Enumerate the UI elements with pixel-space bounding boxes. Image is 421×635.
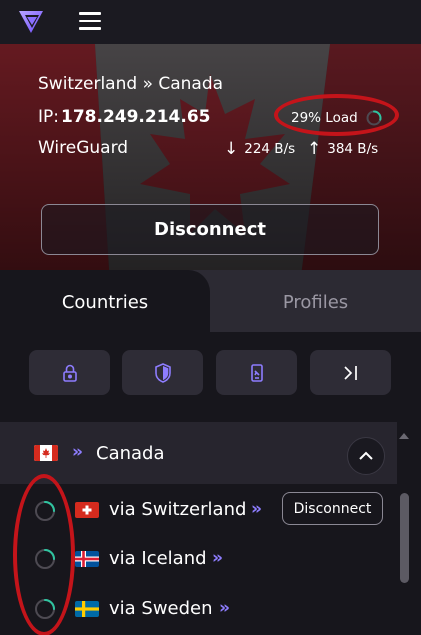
phone-tor-icon (250, 363, 263, 382)
hamburger-menu-icon[interactable] (79, 12, 101, 32)
connection-route: Switzerland » Canada (38, 74, 224, 94)
server-label: via Iceland (109, 548, 207, 569)
sweden-flag-icon (75, 601, 99, 617)
ip-label: IP: (38, 107, 59, 127)
server-label: via Switzerland (109, 499, 247, 520)
server-list: ›› Canada via Switzerland ›› Disconnect (0, 422, 421, 635)
exit-filter-button[interactable] (310, 350, 391, 395)
exit-arrow-icon (343, 365, 357, 380)
top-bar (0, 0, 421, 44)
vpn-protocol: WireGuard (38, 138, 129, 158)
vpn-logo-icon[interactable] (17, 9, 45, 35)
double-chevron-icon: ›› (251, 499, 262, 519)
country-row-canada[interactable]: ›› Canada (0, 422, 397, 484)
scroll-up-arrow-icon[interactable] (399, 433, 409, 439)
secure-core-lock-icon (62, 364, 77, 382)
server-load-text: 29% Load (291, 110, 358, 126)
loading-spinner-icon (35, 501, 55, 521)
double-chevron-icon: ›› (212, 548, 223, 568)
collapse-button[interactable] (347, 437, 385, 475)
connection-status-panel: Switzerland » Canada IP: 178.249.214.65 … (0, 44, 421, 284)
arrow-down-icon: ↓ (224, 139, 239, 159)
tab-countries[interactable]: Countries (0, 270, 210, 334)
upload-speed: ↑ 384 B/s (307, 139, 378, 159)
server-load: 29% Load (291, 106, 382, 130)
switzerland-flag-icon (75, 502, 99, 518)
load-ring-icon (366, 110, 382, 126)
tab-profiles[interactable]: Profiles (210, 270, 421, 334)
double-chevron-icon: ›› (219, 598, 230, 618)
shield-icon (154, 362, 171, 383)
server-disconnect-button[interactable]: Disconnect (282, 492, 383, 525)
scrollbar-thumb[interactable] (400, 493, 409, 583)
loading-spinner-icon (35, 549, 55, 569)
download-speed-value: 224 B/s (244, 141, 296, 157)
netshield-filter-button[interactable] (122, 350, 203, 395)
double-chevron-icon: ›› (72, 442, 83, 462)
iceland-flag-icon (75, 551, 99, 567)
arrow-up-icon: ↑ (307, 139, 322, 159)
secure-core-filter-button[interactable] (29, 350, 110, 395)
download-speed: ↓ 224 B/s (224, 139, 295, 159)
tor-filter-button[interactable] (216, 350, 297, 395)
loading-spinner-icon (35, 599, 55, 619)
canada-flag-icon (34, 445, 58, 461)
chevron-up-icon (359, 451, 373, 460)
upload-speed-value: 384 B/s (327, 141, 379, 157)
ip-address: 178.249.214.65 (61, 107, 211, 127)
server-label: via Sweden (109, 598, 213, 619)
country-name: Canada (96, 443, 165, 464)
disconnect-button[interactable]: Disconnect (41, 204, 379, 255)
